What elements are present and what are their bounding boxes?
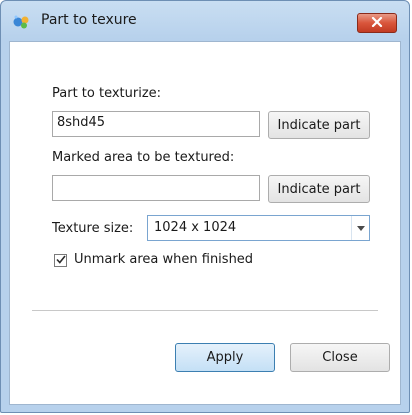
marked-area-input[interactable] bbox=[52, 175, 260, 201]
part-label: Part to texturize: bbox=[52, 86, 162, 101]
texture-size-select[interactable]: 1024 x 1024 bbox=[147, 215, 370, 241]
texture-size-value: 1024 x 1024 bbox=[154, 220, 237, 235]
chevron-down-icon[interactable] bbox=[351, 216, 369, 240]
indicate-part-button[interactable]: Indicate part bbox=[268, 111, 370, 139]
indicate-area-button[interactable]: Indicate part bbox=[268, 175, 370, 203]
unmark-checkbox[interactable] bbox=[54, 254, 67, 267]
dialog-body: Part to texturize: 8shd45 Indicate part … bbox=[9, 41, 401, 405]
texture-size-label: Texture size: bbox=[52, 221, 134, 236]
close-icon bbox=[371, 16, 383, 31]
close-button[interactable]: Close bbox=[290, 343, 390, 372]
part-input[interactable]: 8shd45 bbox=[52, 111, 260, 137]
title-bar[interactable]: Part to texure bbox=[1, 1, 409, 41]
dialog-window: Part to texure Part to texturize: 8shd45… bbox=[0, 0, 410, 413]
marked-area-label: Marked area to be textured: bbox=[52, 150, 235, 165]
apply-button[interactable]: Apply bbox=[175, 343, 275, 372]
checkmark-icon bbox=[55, 253, 66, 268]
close-window-button[interactable] bbox=[357, 13, 397, 33]
footer-divider bbox=[32, 310, 378, 311]
texture-tool-icon bbox=[12, 14, 32, 30]
dialog-title: Part to texure bbox=[41, 12, 137, 28]
unmark-label: Unmark area when finished bbox=[74, 252, 254, 267]
